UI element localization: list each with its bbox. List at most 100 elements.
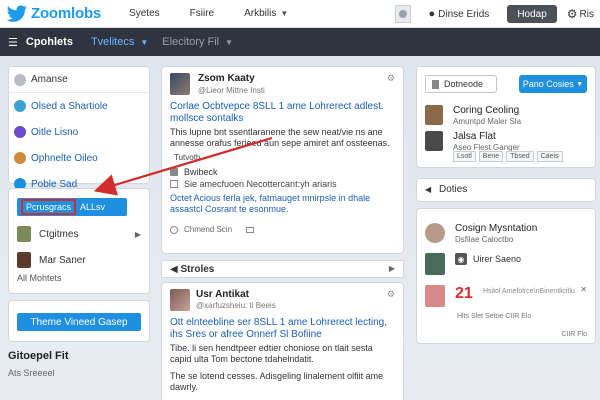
left-footer-text: Gitoepel Fit Ats Sreeeel	[8, 350, 150, 378]
highlighted-selection[interactable]: Pcrusgracs	[21, 199, 77, 215]
gear-icon[interactable]: ⚙	[387, 73, 395, 84]
brand-name: Zoomlobs	[31, 5, 102, 22]
tag[interactable]: Lsotl	[453, 151, 476, 162]
author-avatar[interactable]	[170, 289, 190, 311]
post-body: Tibe. li sen hendtpeer edtier choniose o…	[170, 343, 373, 364]
post-card-2: Usr Antikat @xarfuzsheiu: ti Beeis ⚙ Ott…	[161, 282, 404, 400]
stat-footer-2[interactable]: CIIR Flo	[561, 331, 587, 338]
nav-item-fsiire[interactable]: Fsiire	[190, 8, 214, 19]
avatar-icon	[14, 152, 26, 164]
item-sub: Dsfilae Caloctbo	[455, 235, 514, 244]
post-actions[interactable]: Chmend Scin	[170, 225, 260, 234]
user-icon: ●	[428, 8, 436, 20]
pill-label: ALLsv	[80, 202, 106, 212]
checkbox-icon[interactable]	[170, 180, 178, 188]
tag-list: Lsotl Bene Tbsed Caeis	[453, 151, 566, 162]
brand[interactable]: Zoomlobs	[6, 4, 102, 23]
chevron-down-icon: ▼	[576, 80, 584, 88]
item-sub: Amuntpd Maler Sla	[453, 117, 522, 126]
theme-card: Theme Vineed Gasep	[8, 300, 150, 342]
settings-label: Ris	[579, 8, 594, 20]
right-panel: Dotneode Pano Cosies ▼ Coring Ceoling Am…	[416, 66, 596, 168]
right-bottom-panel: Cosign Mysntation Dsfilae Caloctbo ◉ Uir…	[416, 208, 596, 344]
author-name[interactable]: Zsom Kaaty	[198, 73, 265, 84]
sidebar-item-1[interactable]: Olsed a Shartiole	[9, 93, 149, 119]
sidebar-item-3[interactable]: Ophnelte Oileo	[9, 145, 149, 171]
avatar-icon	[14, 100, 26, 112]
rss-icon: ◉	[455, 253, 467, 265]
tab-elecitory[interactable]: Elecitory Fil ▼	[162, 36, 233, 48]
chevron-right-icon: ▶	[134, 229, 141, 239]
item-avatar	[425, 223, 445, 243]
post-switch[interactable]: Bwibeck	[170, 167, 218, 177]
chevron-left-icon: ◀	[425, 185, 432, 194]
post-meta: Sie amecfuoen Necottercant:yh ariaris	[170, 179, 337, 189]
stories-label: ◀ Stroles	[170, 264, 215, 275]
stat-lines: Hsitol Amefolrce\nBinentlicitlu	[483, 288, 575, 295]
section-title: Cpohlets	[25, 36, 73, 48]
post-link-text[interactable]: Octet Acious ferla jek, fatmauget mnirps…	[170, 193, 396, 215]
top-nav: Syetes Fsiire Arkbilis ▼	[129, 8, 318, 19]
list-item[interactable]: ◉ Uirer Saeno	[425, 251, 589, 281]
menu-icon[interactable]: ☰	[8, 36, 18, 49]
file-icon	[432, 79, 439, 89]
user-menu[interactable]: ● Dinse Erids	[429, 8, 490, 20]
user-name: Dinse Erids	[438, 8, 490, 20]
tag[interactable]: Bene	[478, 151, 504, 162]
avatar[interactable]	[394, 5, 411, 23]
chevron-down-icon: ▼	[280, 9, 289, 18]
nav-item-arkbilis[interactable]: Arkbilis ▼	[244, 8, 288, 19]
post-headline-link[interactable]: Corlae Ocbtvepce 8SLL 1 ame Lohrerect ad…	[170, 101, 396, 125]
footer-subtitle[interactable]: Ats Sreeeel	[8, 368, 150, 378]
tag[interactable]: Tbsed	[506, 151, 534, 162]
gear-icon[interactable]: ⚙	[387, 289, 395, 300]
item-thumbnail	[425, 253, 445, 275]
settings-button[interactable]: ⚙ Ris	[567, 7, 594, 21]
item-name: Coring Ceoling	[453, 105, 520, 116]
gear-icon: ⚙	[566, 7, 578, 21]
stories-title: Stroles	[180, 264, 215, 275]
item-name: Jalsa Flat	[453, 131, 496, 142]
primary-dropdown-button[interactable]: Pano Cosies ▼	[519, 75, 587, 93]
button-label: Pano Cosies	[522, 79, 574, 89]
stat-footer: Hlts Slet Setoe CIIR Elo	[457, 313, 532, 320]
hodap-button[interactable]: Hodap	[507, 5, 557, 23]
chevron-right-icon[interactable]: ▶	[389, 264, 395, 273]
avatar-icon	[14, 126, 26, 138]
stories-bar[interactable]: ◀ Stroles ▶	[161, 260, 404, 278]
tab-tvelitecs[interactable]: Tvelitecs ▼	[91, 36, 148, 48]
see-all-link[interactable]: All Mohtets	[17, 273, 62, 283]
bird-logo-icon	[6, 4, 27, 22]
switch-label: Bwibeck	[184, 167, 218, 177]
download-button[interactable]: Dotneode	[425, 75, 497, 93]
nav-label: Arkbilis	[244, 8, 277, 19]
meta-label: Sie amecfuoen Necottercant:yh ariaris	[184, 179, 337, 189]
author-name[interactable]: Usr Antikat	[196, 289, 249, 300]
sidebar-item-amanse[interactable]: Amanse	[9, 67, 149, 93]
footer-title: Gitoepel Fit	[8, 350, 69, 362]
sidebar-item-label: Olsed a Shartiole	[31, 100, 108, 112]
group-thumbnail	[17, 252, 31, 268]
group-row[interactable]: Ctgitmes ▶	[9, 221, 151, 247]
tag[interactable]: Caeis	[536, 151, 563, 162]
group-row[interactable]: Mar Saner	[9, 247, 151, 273]
author-avatar[interactable]	[170, 73, 190, 95]
nav-label: Syetes	[129, 8, 160, 19]
group-label: Ctgitmes	[39, 228, 79, 240]
close-icon[interactable]: ✕	[580, 285, 587, 294]
post-headline-link[interactable]: Ott elnteebline ser 8SLL 1 ame Lohrerect…	[170, 317, 396, 341]
post-body-2: The se lotend cesses. Adisgeling linalem…	[170, 371, 384, 392]
list-item[interactable]: Cosign Mysntation Dsfilae Caloctbo	[425, 221, 589, 251]
circle-icon	[14, 73, 26, 86]
post-tag[interactable]: Tutvoth	[174, 153, 200, 162]
item-name: Cosign Mysntation	[455, 223, 538, 234]
left-groups-card: Pcrusgracs ALLsv Ctgitmes ▶ Mar Saner Al…	[8, 188, 150, 294]
docs-collapsible[interactable]: ◀ Doties	[416, 178, 596, 202]
filter-pill-button[interactable]: Pcrusgracs ALLsv	[17, 198, 127, 216]
sidebar-item-2[interactable]: Oitle Lisno	[9, 119, 149, 145]
tab-label: Elecitory Fil	[162, 36, 220, 48]
left-nav-card: Amanse Olsed a Shartiole Oitle Lisno Oph…	[8, 66, 150, 190]
nav-item-syetes[interactable]: Syetes	[129, 8, 160, 19]
theme-button[interactable]: Theme Vineed Gasep	[17, 313, 141, 331]
sidebar-item-label: Ophnelte Oileo	[31, 152, 98, 164]
